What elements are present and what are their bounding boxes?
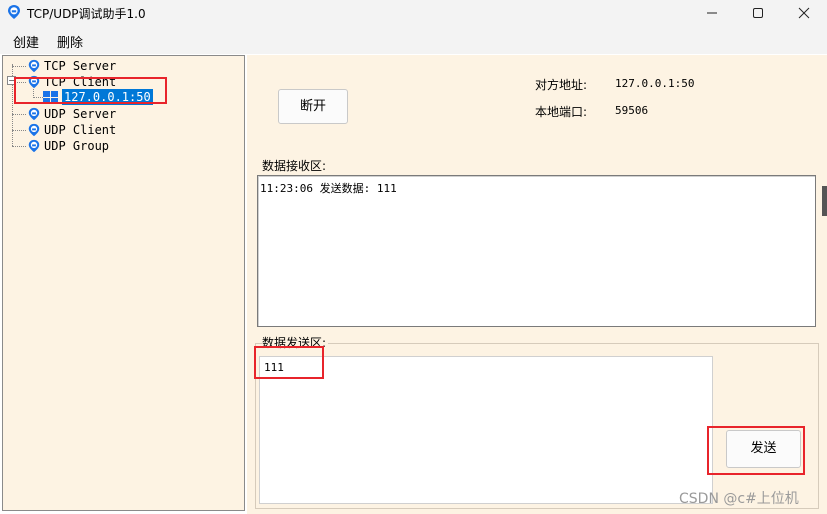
- watermark: CSDN @c#上位机: [679, 491, 799, 507]
- local-port-label: 本地端口:: [535, 105, 588, 119]
- remote-address-value: 127.0.0.1:50: [615, 77, 695, 90]
- minimize-icon: [707, 12, 717, 14]
- minimize-button[interactable]: [689, 0, 735, 26]
- receive-textarea[interactable]: 11:23:06 发送数据: 111: [257, 175, 816, 327]
- receive-content: 11:23:06 发送数据: 111: [260, 182, 397, 195]
- highlight-box: [14, 77, 167, 104]
- menu-bar: 创建 删除: [0, 26, 827, 54]
- close-icon: [798, 7, 810, 19]
- tree-node-label: UDP Client: [44, 123, 117, 137]
- receive-area-label: 数据接收区:: [262, 159, 327, 173]
- tree-connector: [12, 66, 26, 67]
- local-port-value: 59506: [615, 104, 649, 117]
- send-textarea[interactable]: 111: [259, 356, 713, 504]
- title-bar: TCP/UDP调试助手1.0: [0, 0, 827, 26]
- tree-node-label: UDP Server: [44, 107, 117, 121]
- window-edge: [822, 186, 827, 216]
- phone-pin-icon: [28, 123, 40, 137]
- close-button[interactable]: [781, 0, 827, 26]
- tree-node-label: UDP Group: [44, 139, 110, 153]
- phone-pin-icon: [28, 59, 40, 73]
- menu-create[interactable]: 创建: [13, 32, 39, 51]
- maximize-icon: [753, 8, 763, 18]
- tree-node-label: TCP Server: [44, 59, 117, 73]
- maximize-button[interactable]: [735, 0, 781, 26]
- phone-pin-icon: [28, 139, 40, 153]
- disconnect-button[interactable]: 断开: [278, 89, 348, 124]
- tree-connector: [12, 114, 26, 115]
- window-title: TCP/UDP调试助手1.0: [27, 7, 146, 21]
- tree-connector: [12, 146, 26, 147]
- menu-delete[interactable]: 删除: [57, 32, 83, 51]
- phone-pin-icon: [28, 107, 40, 121]
- remote-address-label: 对方地址:: [535, 78, 588, 92]
- highlight-box: [707, 426, 805, 475]
- phone-pin-icon: [8, 5, 20, 19]
- tree-connector: [12, 130, 26, 131]
- highlight-box: [254, 346, 324, 379]
